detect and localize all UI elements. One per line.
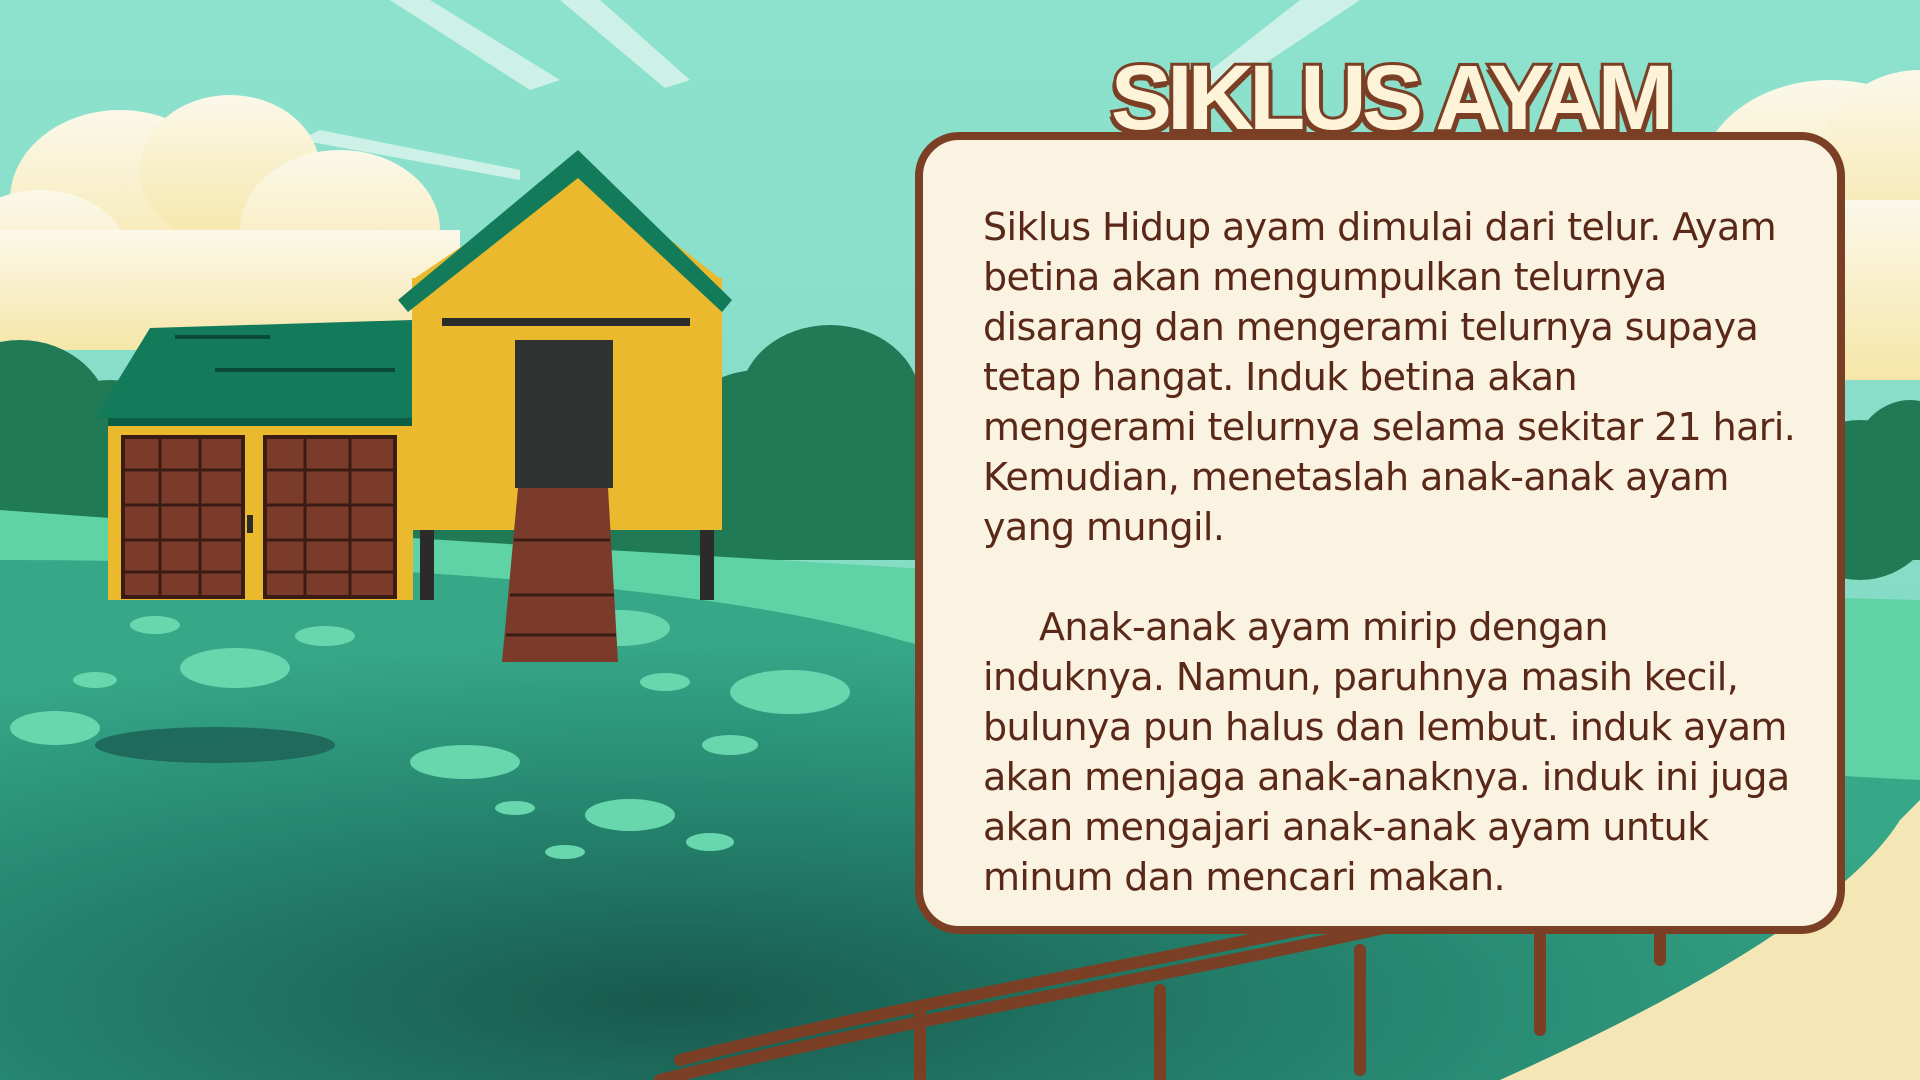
garage-door-right: [263, 435, 397, 599]
shadow: [95, 727, 335, 763]
page-title: SIKLUS AYAM: [1108, 47, 1678, 149]
paragraph-1: Siklus Hidup ayam dimulai dari telur. Ay…: [983, 205, 1796, 549]
paragraph-2: Anak-anak ayam mirip dengan induknya. Na…: [983, 605, 1790, 899]
garage-door-left: [121, 435, 245, 599]
text-card: Siklus Hidup ayam dimulai dari telur. Ay…: [915, 132, 1845, 934]
card-body: Siklus Hidup ayam dimulai dari telur. Ay…: [983, 202, 1813, 902]
